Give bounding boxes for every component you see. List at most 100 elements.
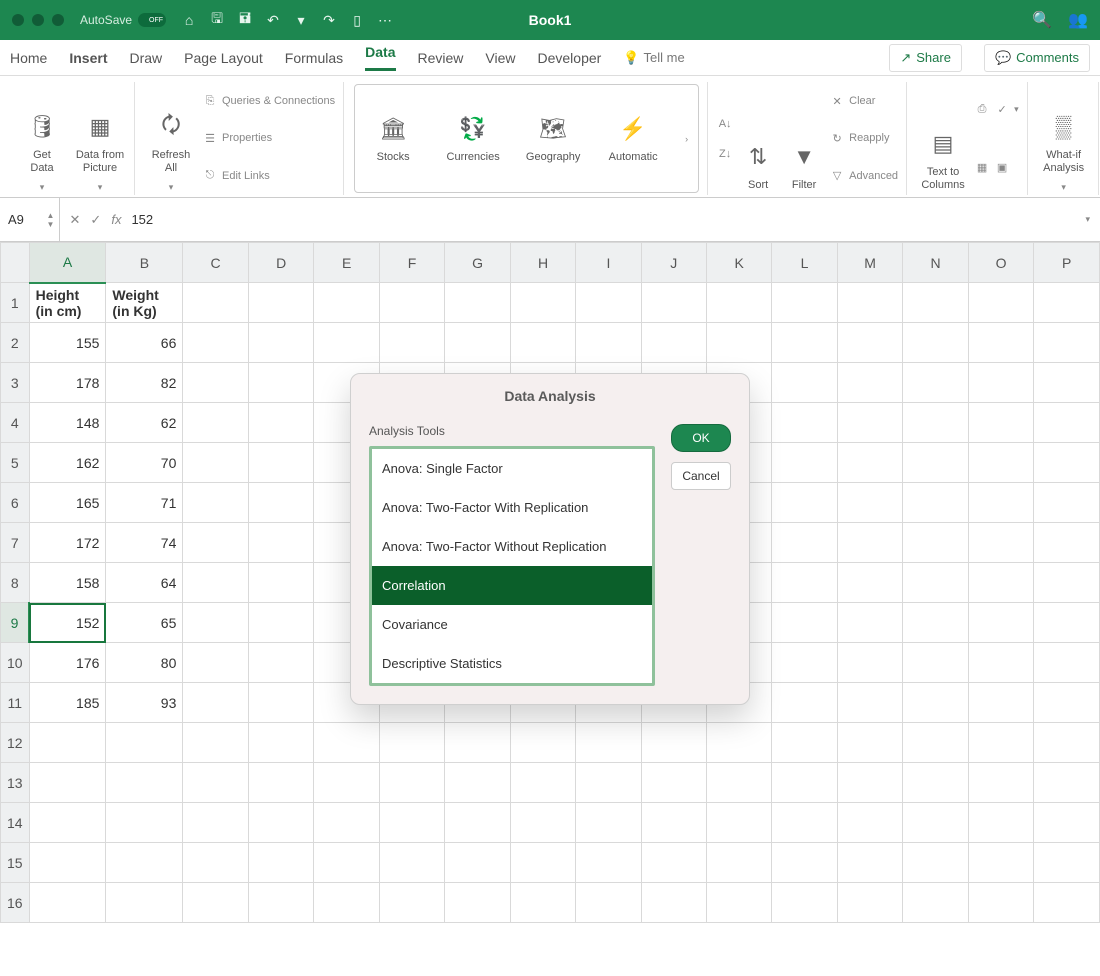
analysis-tool-item[interactable]: Correlation <box>372 566 652 605</box>
clipboard-icon[interactable]: ▯ <box>348 11 366 29</box>
cell-O16[interactable] <box>968 883 1034 923</box>
cell-B3[interactable]: 82 <box>106 363 183 403</box>
cell-D8[interactable] <box>248 563 314 603</box>
row-header-8[interactable]: 8 <box>1 563 30 603</box>
row-header-9[interactable]: 9 <box>1 603 30 643</box>
cell-M14[interactable] <box>837 803 903 843</box>
cell-D1[interactable] <box>248 283 314 323</box>
col-header-P[interactable]: P <box>1034 243 1100 283</box>
row-header-3[interactable]: 3 <box>1 363 30 403</box>
reapply-button[interactable]: ↻Reapply <box>830 132 898 145</box>
cell-M15[interactable] <box>837 843 903 883</box>
cell-D11[interactable] <box>248 683 314 723</box>
cell-A11[interactable]: 185 <box>29 683 106 723</box>
cell-I12[interactable] <box>576 723 641 763</box>
row-header-6[interactable]: 6 <box>1 483 30 523</box>
cell-E15[interactable] <box>314 843 379 883</box>
tab-developer[interactable]: Developer <box>538 50 602 66</box>
cell-M9[interactable] <box>837 603 903 643</box>
cell-D10[interactable] <box>248 643 314 683</box>
cell-O6[interactable] <box>968 483 1034 523</box>
cell-A12[interactable] <box>29 723 106 763</box>
cell-D13[interactable] <box>248 763 314 803</box>
select-all-corner[interactable] <box>1 243 30 283</box>
window-controls[interactable] <box>12 14 64 26</box>
consolidate-button[interactable]: ▣ <box>995 161 1019 174</box>
cell-I14[interactable] <box>576 803 641 843</box>
cell-O10[interactable] <box>968 643 1034 683</box>
analysis-tool-item[interactable]: Anova: Single Factor <box>372 449 652 488</box>
cell-C4[interactable] <box>183 403 249 443</box>
redo-icon[interactable]: ↷ <box>320 11 338 29</box>
row-header-10[interactable]: 10 <box>1 643 30 683</box>
namebox-down-icon[interactable]: ▼ <box>47 220 57 229</box>
cell-B7[interactable]: 74 <box>106 523 183 563</box>
row-header-4[interactable]: 4 <box>1 403 30 443</box>
cell-B15[interactable] <box>106 843 183 883</box>
cell-N4[interactable] <box>903 403 969 443</box>
cell-G16[interactable] <box>445 883 511 923</box>
cell-J2[interactable] <box>641 323 706 363</box>
cell-N9[interactable] <box>903 603 969 643</box>
refresh-all-button[interactable]: 🗘RefreshAll▾ <box>145 84 197 193</box>
cell-N14[interactable] <box>903 803 969 843</box>
min-dot[interactable] <box>32 14 44 26</box>
cell-H13[interactable] <box>510 763 576 803</box>
cell-G14[interactable] <box>445 803 511 843</box>
row-header-16[interactable]: 16 <box>1 883 30 923</box>
fx-icon[interactable]: fx <box>111 212 121 227</box>
cell-F13[interactable] <box>379 763 444 803</box>
cell-K12[interactable] <box>706 723 771 763</box>
cell-H2[interactable] <box>510 323 576 363</box>
col-header-G[interactable]: G <box>445 243 511 283</box>
tab-formulas[interactable]: Formulas <box>285 50 343 66</box>
analysis-tool-item[interactable]: Descriptive Statistics <box>372 644 652 683</box>
col-header-D[interactable]: D <box>248 243 314 283</box>
cell-D7[interactable] <box>248 523 314 563</box>
autosave-toggle[interactable]: AutoSave OFF <box>80 13 166 27</box>
cell-I16[interactable] <box>576 883 641 923</box>
cell-A15[interactable] <box>29 843 106 883</box>
cell-L1[interactable] <box>772 283 837 323</box>
ok-button[interactable]: OK <box>671 424 731 452</box>
cell-L2[interactable] <box>772 323 837 363</box>
col-header-O[interactable]: O <box>968 243 1034 283</box>
formula-input[interactable]: 152 <box>131 212 1075 227</box>
automatic-button[interactable]: ⚡Automatic <box>605 113 661 165</box>
cell-O9[interactable] <box>968 603 1034 643</box>
cell-L12[interactable] <box>772 723 837 763</box>
cell-P16[interactable] <box>1034 883 1100 923</box>
cell-P15[interactable] <box>1034 843 1100 883</box>
cell-J16[interactable] <box>641 883 706 923</box>
row-header-1[interactable]: 1 <box>1 283 30 323</box>
cell-M8[interactable] <box>837 563 903 603</box>
cell-N6[interactable] <box>903 483 969 523</box>
cell-I13[interactable] <box>576 763 641 803</box>
cell-M10[interactable] <box>837 643 903 683</box>
analysis-tool-item[interactable]: Anova: Two-Factor Without Replication <box>372 527 652 566</box>
cell-M13[interactable] <box>837 763 903 803</box>
cell-O15[interactable] <box>968 843 1034 883</box>
cell-N1[interactable] <box>903 283 969 323</box>
cell-N8[interactable] <box>903 563 969 603</box>
cell-D12[interactable] <box>248 723 314 763</box>
cell-F1[interactable] <box>379 283 444 323</box>
tell-me[interactable]: 💡Tell me <box>623 50 684 66</box>
cell-O7[interactable] <box>968 523 1034 563</box>
cell-O3[interactable] <box>968 363 1034 403</box>
cell-D16[interactable] <box>248 883 314 923</box>
data-types-gallery[interactable]: 🏛Stocks 💱Currencies 🗺Geography ⚡Automati… <box>354 84 699 193</box>
cell-M2[interactable] <box>837 323 903 363</box>
cell-G13[interactable] <box>445 763 511 803</box>
cell-D5[interactable] <box>248 443 314 483</box>
cell-K15[interactable] <box>706 843 771 883</box>
cell-B13[interactable] <box>106 763 183 803</box>
geography-button[interactable]: 🗺Geography <box>525 113 581 165</box>
what-if-button[interactable]: ▒What-ifAnalysis▾ <box>1038 84 1090 193</box>
cell-P6[interactable] <box>1034 483 1100 523</box>
row-header-14[interactable]: 14 <box>1 803 30 843</box>
autosave-switch[interactable]: OFF <box>138 13 166 27</box>
cell-M16[interactable] <box>837 883 903 923</box>
share-button[interactable]: ↗Share <box>889 44 962 72</box>
cell-D9[interactable] <box>248 603 314 643</box>
